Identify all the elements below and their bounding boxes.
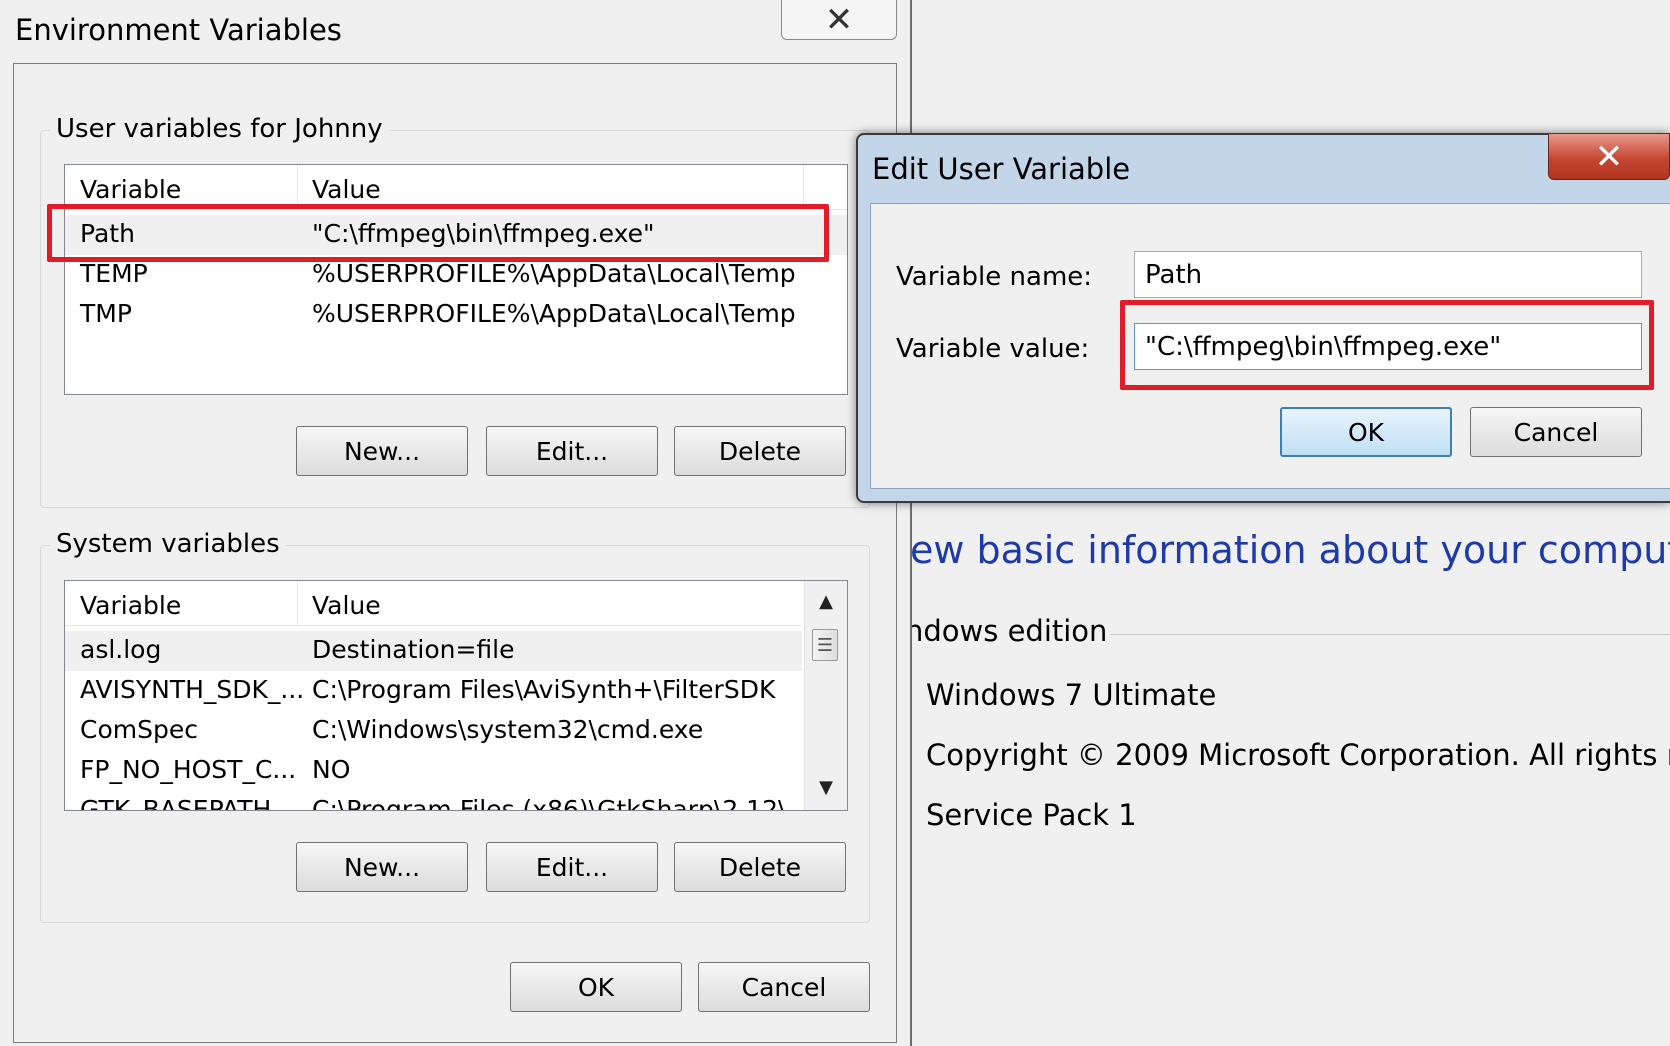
user-variables-list[interactable]: Variable Value Path "C:\ffmpeg\bin\ffmpe… [64, 164, 848, 395]
windows-edition-text: Windows 7 Ultimate [926, 678, 1217, 712]
value-cell: NO [312, 755, 351, 784]
column-divider[interactable] [803, 165, 804, 209]
table-row[interactable]: GTK_BASEPATH C:\Program Files (x86)\GtkS… [65, 791, 802, 811]
close-icon: ✕ [824, 0, 854, 40]
variable-cell: FP_NO_HOST_C... [80, 755, 297, 784]
system-list-header: Variable Value [65, 581, 802, 626]
user-variables-label: User variables for Johnny [50, 114, 389, 144]
edit-close-button[interactable]: ✕ [1548, 133, 1670, 180]
env-close-button[interactable]: ✕ [781, 0, 897, 40]
service-pack-text: Service Pack 1 [926, 798, 1137, 832]
system-variables-label: System variables [50, 529, 286, 559]
value-cell: Destination=file [312, 635, 515, 664]
variable-cell: asl.log [80, 635, 162, 664]
value-field-highlight [1120, 300, 1654, 390]
table-row[interactable]: TMP %USERPROFILE%\AppData\Local\Temp [65, 295, 847, 335]
user-delete-button[interactable]: Delete [674, 426, 846, 476]
column-divider[interactable] [297, 165, 298, 209]
table-row[interactable]: asl.log Destination=file [65, 631, 802, 671]
system-variables-list[interactable]: Variable Value asl.log Destination=file … [64, 580, 848, 811]
edit-cancel-button[interactable]: Cancel [1470, 407, 1642, 457]
scroll-thumb[interactable]: ☰ [812, 629, 838, 661]
edit-ok-button[interactable]: OK [1280, 407, 1452, 457]
scroll-up-icon[interactable]: ▲ [805, 591, 847, 612]
variable-name-input[interactable] [1134, 251, 1642, 298]
table-row[interactable]: AVISYNTH_SDK_... C:\Program Files\AviSyn… [65, 671, 802, 711]
scroll-down-icon[interactable]: ▼ [805, 777, 847, 798]
column-header-value[interactable]: Value [312, 175, 381, 204]
edit-dialog-title: Edit User Variable [872, 152, 1131, 186]
system-new-button[interactable]: New... [296, 842, 468, 892]
system-edit-button[interactable]: Edit... [486, 842, 658, 892]
value-cell: %USERPROFILE%\AppData\Local\Temp [312, 299, 796, 328]
user-new-button[interactable]: New... [296, 426, 468, 476]
system-list-scrollbar[interactable]: ▲ ☰ ▼ [804, 581, 847, 810]
env-cancel-button[interactable]: Cancel [698, 962, 870, 1012]
value-cell: C:\Program Files (x86)\GtkSharp\2.12\ [312, 795, 787, 811]
variable-cell: TMP [80, 299, 132, 328]
variable-cell: ComSpec [80, 715, 198, 744]
env-ok-button[interactable]: OK [510, 962, 682, 1012]
variable-cell: AVISYNTH_SDK_... [80, 675, 305, 704]
column-header-value[interactable]: Value [312, 591, 381, 620]
system-delete-button[interactable]: Delete [674, 842, 846, 892]
table-row[interactable]: ComSpec C:\Windows\system32\cmd.exe [65, 711, 802, 751]
value-cell: C:\Program Files\AviSynth+\FilterSDK [312, 675, 776, 704]
column-header-variable[interactable]: Variable [80, 591, 181, 620]
section-divider [1110, 634, 1670, 635]
windows-edition-section: ndows edition [905, 614, 1108, 648]
system-info-heading: ew basic information about your computer [910, 528, 1670, 572]
column-divider[interactable] [297, 581, 298, 625]
variable-cell: TEMP [80, 259, 148, 288]
copyright-text: Copyright © 2009 Microsoft Corporation. … [926, 738, 1670, 772]
column-header-variable[interactable]: Variable [80, 175, 181, 204]
variable-name-label: Variable name: [896, 262, 1093, 292]
close-icon: ✕ [1594, 136, 1624, 177]
path-row-highlight [47, 204, 829, 262]
table-row[interactable]: FP_NO_HOST_C... NO [65, 751, 802, 791]
variable-cell: GTK_BASEPATH [80, 795, 272, 811]
grip-icon: ☰ [816, 634, 834, 656]
value-cell: %USERPROFILE%\AppData\Local\Temp [312, 259, 796, 288]
value-cell: C:\Windows\system32\cmd.exe [312, 715, 704, 744]
user-edit-button[interactable]: Edit... [486, 426, 658, 476]
env-dialog-title: Environment Variables [15, 13, 342, 47]
variable-value-label: Variable value: [896, 334, 1090, 364]
